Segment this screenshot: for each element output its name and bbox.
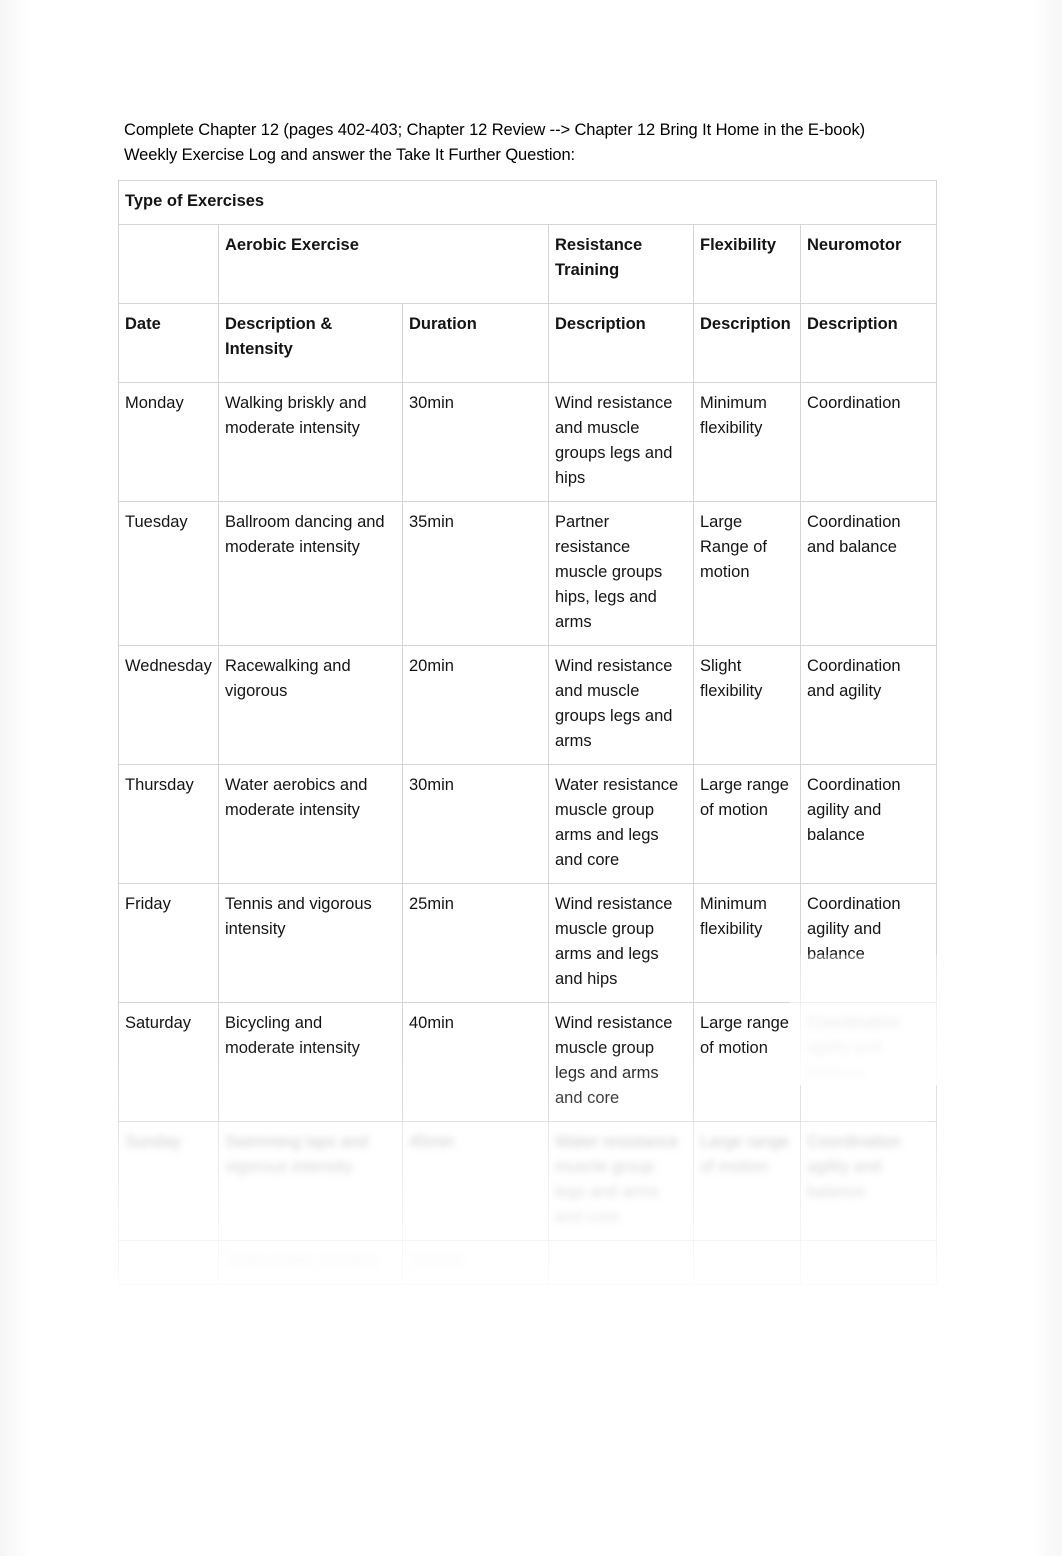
cell-date: Sunday bbox=[118, 1121, 219, 1241]
cell-flexibility: Minimum flexibility bbox=[693, 382, 801, 502]
document-body: Complete Chapter 12 (pages 402-403; Chap… bbox=[0, 0, 1062, 1556]
group-header-resistance-training: Resistance Training bbox=[548, 224, 694, 304]
cell-duration: 45min bbox=[402, 1121, 549, 1241]
column-header-flexibility-description: Description bbox=[693, 303, 801, 383]
cell-resistance: Partner resistance muscle groups hips, l… bbox=[548, 501, 694, 646]
cell-resistance: Water resistance muscle group arms and l… bbox=[548, 764, 694, 884]
cell-duration: 35min bbox=[402, 501, 549, 646]
intro-paragraph: Complete Chapter 12 (pages 402-403; Chap… bbox=[124, 118, 944, 168]
cell-description: Racewalking and vigorous bbox=[218, 645, 403, 765]
cell-flexibility bbox=[693, 1240, 801, 1285]
cell-resistance: Water resistance muscle group legs and a… bbox=[548, 1121, 694, 1241]
group-header-blank bbox=[118, 224, 219, 304]
table-row: Wednesday Racewalking and vigorous 20min… bbox=[118, 645, 938, 765]
group-header-neuromotor: Neuromotor bbox=[799, 224, 938, 304]
column-header-neuromotor-description: Description bbox=[799, 303, 938, 383]
cell-duration: 20min bbox=[402, 645, 549, 765]
cell-resistance: Wind resistance and muscle groups legs a… bbox=[548, 382, 694, 502]
cell-date: Saturday bbox=[118, 1002, 219, 1122]
cell-flexibility: Large range of motion bbox=[693, 764, 801, 884]
cell-neuromotor: Coordination and agility bbox=[799, 645, 938, 765]
weekly-exercise-log-table-wrapper: Type of Exercises Aerobic Exercise Resis… bbox=[117, 180, 938, 1285]
cell-flexibility: Minimum flexibility bbox=[693, 883, 801, 1003]
cell-description: Total weekly minutes bbox=[218, 1240, 403, 1285]
cell-neuromotor: Coordination agility and balance bbox=[799, 1121, 938, 1241]
weekly-exercise-log-table: Type of Exercises Aerobic Exercise Resis… bbox=[117, 180, 938, 1285]
table-title-row: Type of Exercises bbox=[117, 180, 938, 225]
table-row-total: Total weekly minutes 225min bbox=[118, 1240, 938, 1285]
cell-flexibility: Large range of motion bbox=[693, 1002, 801, 1122]
group-header-aerobic-exercise: Aerobic Exercise bbox=[218, 224, 549, 304]
cell-flexibility: Large Range of motion bbox=[693, 501, 801, 646]
cell-date: Thursday bbox=[118, 764, 219, 884]
document-page: Complete Chapter 12 (pages 402-403; Chap… bbox=[0, 0, 1062, 1556]
cell-neuromotor: Coordination agility and balance bbox=[799, 1002, 938, 1122]
cell-resistance bbox=[548, 1240, 694, 1285]
cell-duration: 30min bbox=[402, 382, 549, 502]
cell-description: Swimming laps and vigorous intensity bbox=[218, 1121, 403, 1241]
cell-duration: 225min bbox=[402, 1240, 549, 1285]
cell-resistance: Wind resistance muscle group legs and ar… bbox=[548, 1002, 694, 1122]
intro-line-2: Weekly Exercise Log and answer the Take … bbox=[124, 146, 576, 164]
cell-description: Bicycling and moderate intensity bbox=[218, 1002, 403, 1122]
cell-neuromotor: Coordination and balance bbox=[799, 501, 938, 646]
intro-line-1: Complete Chapter 12 (pages 402-403; Chap… bbox=[124, 121, 865, 139]
column-header-resistance-description: Description bbox=[548, 303, 694, 383]
cell-description: Ballroom dancing and moderate intensity bbox=[218, 501, 403, 646]
cell-description: Tennis and vigorous intensity bbox=[218, 883, 403, 1003]
cell-resistance: Wind resistance and muscle groups legs a… bbox=[548, 645, 694, 765]
table-row: Monday Walking briskly and moderate inte… bbox=[118, 382, 938, 502]
table-row: Friday Tennis and vigorous intensity 25m… bbox=[118, 883, 938, 1003]
group-header-flexibility: Flexibility bbox=[693, 224, 801, 304]
cell-date: Wednesday bbox=[118, 645, 219, 765]
cell-resistance: Wind resistance muscle group arms and le… bbox=[548, 883, 694, 1003]
cell-neuromotor: Coordination agility and balance bbox=[799, 764, 938, 884]
cell-duration: 30min bbox=[402, 764, 549, 884]
cell-description: Walking briskly and moderate intensity bbox=[218, 382, 403, 502]
cell-date bbox=[118, 1240, 219, 1285]
cell-duration: 40min bbox=[402, 1002, 549, 1122]
cell-neuromotor: Coordination bbox=[799, 382, 938, 502]
column-header-date: Date bbox=[118, 303, 219, 383]
column-header-description-intensity: Description & Intensity bbox=[218, 303, 403, 383]
cell-date: Friday bbox=[118, 883, 219, 1003]
table-row: Thursday Water aerobics and moderate int… bbox=[118, 764, 938, 884]
cell-flexibility: Large range of motion bbox=[693, 1121, 801, 1241]
cell-date: Monday bbox=[118, 382, 219, 502]
cell-neuromotor: Coordination agility and balance bbox=[799, 883, 938, 1003]
group-header-row: Aerobic Exercise Resistance Training Fle… bbox=[118, 224, 938, 304]
cell-description: Water aerobics and moderate intensity bbox=[218, 764, 403, 884]
table-row: Tuesday Ballroom dancing and moderate in… bbox=[118, 501, 938, 646]
table-title: Type of Exercises bbox=[117, 180, 938, 225]
column-header-row: Date Description & Intensity Duration De… bbox=[118, 303, 938, 383]
table-row: Saturday Bicycling and moderate intensit… bbox=[118, 1002, 938, 1122]
cell-duration: 25min bbox=[402, 883, 549, 1003]
cell-flexibility: Slight flexibility bbox=[693, 645, 801, 765]
cell-date: Tuesday bbox=[118, 501, 219, 646]
column-header-duration: Duration bbox=[402, 303, 549, 383]
table-row: Sunday Swimming laps and vigorous intens… bbox=[118, 1121, 938, 1241]
cell-neuromotor bbox=[799, 1240, 938, 1285]
